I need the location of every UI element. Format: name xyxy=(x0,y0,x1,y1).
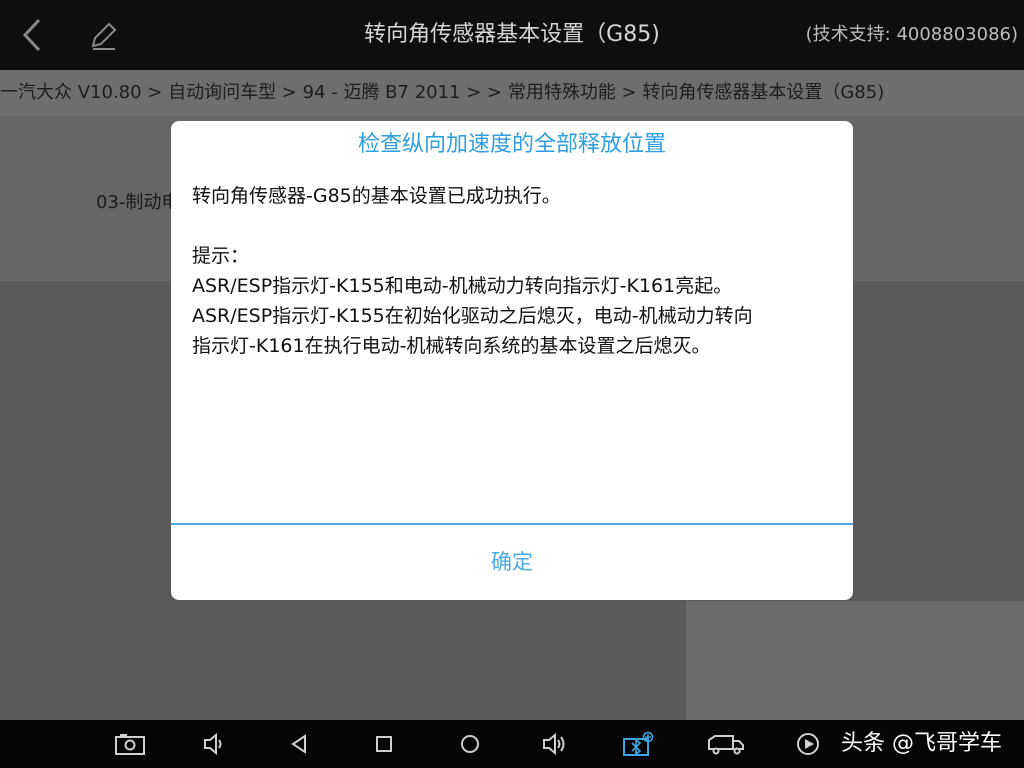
recents-icon xyxy=(376,736,392,752)
result-dialog: 检查纵向加速度的全部释放位置 转向角传感器-G85的基本设置已成功执行。 提示：… xyxy=(171,121,853,600)
edit-button[interactable] xyxy=(84,12,124,58)
page-title: 转向角传感器基本设置（G85) xyxy=(364,22,660,47)
side-panel xyxy=(686,601,1024,720)
message-line: 指示灯-K161在执行电动-机械转向系统的基本设置之后熄灭。 xyxy=(192,335,711,357)
nav-home-button[interactable] xyxy=(454,728,486,760)
home-icon xyxy=(461,735,479,753)
message-line: 提示： xyxy=(192,245,250,267)
message-line: 转向角传感器-G85的基本设置已成功执行。 xyxy=(192,185,561,207)
message-line: ASR/ESP指示灯-K155在初始化驱动之后熄灭，电动-机械动力转向 xyxy=(192,305,753,327)
confirm-button[interactable]: 确定 xyxy=(171,525,853,600)
volume-down-button[interactable] xyxy=(198,728,230,760)
play-button[interactable] xyxy=(792,728,824,760)
dialog-title: 检查纵向加速度的全部释放位置 xyxy=(357,132,666,157)
chevron-left-icon xyxy=(22,18,41,52)
truck-icon xyxy=(708,735,744,755)
app-screen: 转向角传感器基本设置（G85) (技术支持: 4008803086) 一汽大众 … xyxy=(0,0,1024,768)
vci-bluetooth-icon xyxy=(623,731,654,756)
nav-back-button[interactable] xyxy=(283,728,315,760)
support-hotline: (技术支持: 4008803086) xyxy=(805,24,1018,45)
title-bar: 转向角传感器基本设置（G85) (技术支持: 4008803086) xyxy=(0,0,1024,70)
play-icon xyxy=(797,733,819,755)
volume-up-button[interactable] xyxy=(538,728,570,760)
screenshot-icon xyxy=(115,734,145,755)
vci-connection-button[interactable] xyxy=(622,728,654,760)
dialog-message: 转向角传感器-G85的基本设置已成功执行。 提示： ASR/ESP指示灯-K15… xyxy=(192,181,842,361)
message-line: ASR/ESP指示灯-K155和电动-机械动力转向指示灯-K161亮起。 xyxy=(192,275,733,297)
back-icon xyxy=(291,734,306,754)
watermark: 头条 @飞哥学车 xyxy=(841,731,1002,756)
pencil-icon xyxy=(91,22,117,50)
nav-recents-button[interactable] xyxy=(368,728,400,760)
vehicle-button[interactable] xyxy=(706,728,746,760)
list-item-label: 03-制动电 xyxy=(96,192,180,213)
screenshot-button[interactable] xyxy=(114,728,146,760)
breadcrumb: 一汽大众 V10.80 > 自动询问车型 > 94 - 迈腾 B7 2011 >… xyxy=(0,70,1024,116)
volume-up-icon xyxy=(543,733,565,755)
back-button[interactable] xyxy=(12,12,52,58)
volume-down-icon xyxy=(204,733,222,755)
